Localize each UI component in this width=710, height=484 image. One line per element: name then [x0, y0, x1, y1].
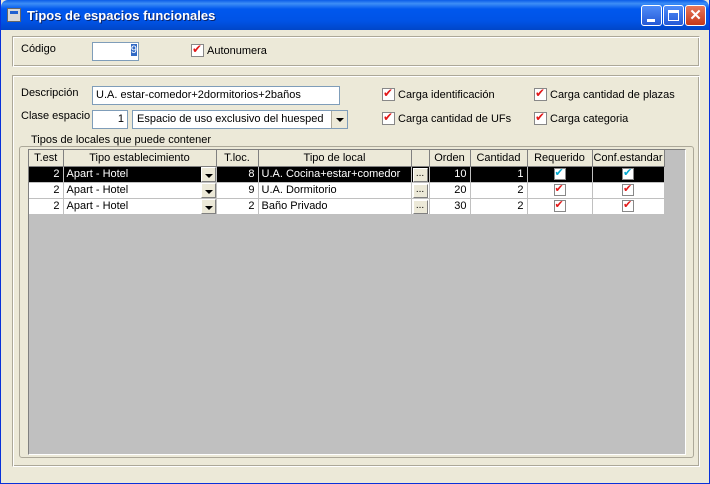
col-header-test[interactable]: T.est	[29, 150, 64, 167]
cell-ellipsis: ...	[411, 166, 430, 183]
cell-ellipsis: ...	[411, 198, 430, 215]
cell-cantidad[interactable]: 1	[470, 166, 528, 183]
cell-conf-estandar[interactable]	[592, 198, 665, 215]
requerido-check-icon[interactable]	[553, 198, 566, 213]
cell-tipo-local[interactable]: U.A. Dormitorio	[258, 182, 412, 199]
carga-cantidad-ufs-label: Carga cantidad de UFs	[398, 112, 512, 125]
col-header-blank[interactable]	[411, 150, 430, 167]
cell-requerido[interactable]	[527, 198, 593, 215]
carga-identificacion-label: Carga identificación	[398, 88, 495, 101]
cell-cantidad[interactable]: 2	[470, 182, 528, 199]
cell-tloc[interactable]: 2	[216, 198, 259, 215]
clase-espacio-label: Clase espacio	[21, 110, 91, 122]
close-button[interactable]: ✕	[685, 5, 706, 26]
autonumera-checkbox[interactable]: Autonumera	[191, 42, 267, 57]
carga-cantidad-plazas-label: Carga cantidad de plazas	[550, 88, 675, 101]
cell-ellipsis: ...	[411, 182, 430, 199]
title-bar[interactable]: Tipos de espacios funcionales ✕	[1, 0, 709, 30]
close-icon: ✕	[689, 7, 702, 24]
cell-test[interactable]: 2	[29, 166, 64, 183]
grid-header-row: T.est Tipo establecimiento T.loc. Tipo d…	[29, 150, 665, 167]
cell-requerido[interactable]	[527, 166, 593, 183]
carga-categoria-check-icon	[534, 110, 547, 125]
cell-test[interactable]: 2	[29, 182, 64, 199]
carga-cantidad-plazas-check-icon	[534, 86, 547, 101]
carga-categoria-label: Carga categoria	[550, 112, 629, 125]
dialog-window: Tipos de espacios funcionales ✕ Código 9…	[0, 0, 710, 484]
cell-tipo-establecimiento[interactable]: Apart - Hotel	[63, 198, 217, 215]
app-icon	[7, 8, 21, 22]
minimize-icon	[647, 19, 655, 22]
table-row[interactable]: 2 Apart - Hotel 2 Baño Privado ... 30 2	[29, 198, 665, 215]
conf-estandar-check-icon[interactable]	[622, 198, 634, 213]
cell-conf-estandar[interactable]	[592, 166, 665, 183]
descripcion-field[interactable]: U.A. estar-comedor+2dormitorios+2baños	[92, 86, 340, 105]
window-title: Tipos de espacios funcionales	[27, 8, 216, 23]
cell-tipo-establecimiento[interactable]: Apart - Hotel	[63, 166, 217, 183]
chevron-down-icon[interactable]	[200, 182, 215, 197]
ellipsis-button[interactable]: ...	[412, 183, 428, 197]
minimize-button[interactable]	[641, 5, 662, 26]
col-header-conf-estandar[interactable]: Conf.estandar	[592, 150, 665, 167]
carga-identificacion-checkbox[interactable]: Carga identificación	[382, 86, 495, 101]
cell-orden[interactable]: 10	[429, 166, 471, 183]
requerido-check-icon[interactable]	[553, 166, 566, 181]
cell-orden[interactable]: 20	[429, 182, 471, 199]
table-row[interactable]: 2 Apart - Hotel 9 U.A. Dormitorio ... 20…	[29, 182, 665, 199]
cell-tipo-establecimiento-value: Apart - Hotel	[66, 168, 129, 180]
cell-tipo-local[interactable]: Baño Privado	[258, 198, 412, 215]
cell-conf-estandar[interactable]	[592, 182, 665, 199]
autonumera-label: Autonumera	[207, 44, 267, 57]
chevron-down-icon[interactable]	[331, 111, 347, 128]
col-header-requerido[interactable]: Requerido	[527, 150, 593, 167]
conf-estandar-check-icon[interactable]	[622, 182, 634, 197]
clase-espacio-selected: Espacio de uso exclusivo del huesped	[137, 113, 324, 125]
carga-categoria-checkbox[interactable]: Carga categoria	[534, 110, 629, 125]
codigo-field[interactable]: 9	[92, 42, 139, 61]
codigo-label: Código	[21, 43, 56, 55]
cell-cantidad[interactable]: 2	[470, 198, 528, 215]
cell-tloc[interactable]: 9	[216, 182, 259, 199]
cell-tipo-establecimiento-value: Apart - Hotel	[66, 184, 129, 196]
table-row[interactable]: 2 Apart - Hotel 8 U.A. Cocina+estar+come…	[29, 166, 665, 183]
carga-identificacion-check-icon	[382, 86, 395, 101]
maximize-icon	[668, 10, 679, 21]
cell-tipo-local[interactable]: U.A. Cocina+estar+comedor	[258, 166, 412, 183]
clase-espacio-code-field[interactable]: 1	[92, 110, 128, 129]
cell-tloc[interactable]: 8	[216, 166, 259, 183]
ellipsis-button[interactable]: ...	[412, 167, 428, 181]
cell-test[interactable]: 2	[29, 198, 64, 215]
conf-estandar-check-icon[interactable]	[622, 166, 634, 181]
codigo-value: 9	[130, 44, 137, 56]
autonumera-check-icon	[191, 42, 204, 57]
cell-requerido[interactable]	[527, 182, 593, 199]
descripcion-label: Descripción	[21, 87, 79, 99]
col-header-cantidad[interactable]: Cantidad	[470, 150, 528, 167]
cell-tipo-establecimiento-value: Apart - Hotel	[66, 200, 129, 212]
cell-orden[interactable]: 30	[429, 198, 471, 215]
maximize-button[interactable]	[663, 5, 684, 26]
locales-grid[interactable]: T.est Tipo establecimiento T.loc. Tipo d…	[28, 149, 686, 455]
carga-cantidad-ufs-checkbox[interactable]: Carga cantidad de UFs	[382, 110, 512, 125]
col-header-tipo-establecimiento[interactable]: Tipo establecimiento	[63, 150, 217, 167]
chevron-down-icon[interactable]	[200, 166, 215, 181]
ellipsis-button[interactable]: ...	[412, 199, 428, 213]
col-header-tipo-local[interactable]: Tipo de local	[258, 150, 412, 167]
carga-cantidad-ufs-check-icon	[382, 110, 395, 125]
col-header-orden[interactable]: Orden	[429, 150, 471, 167]
clase-espacio-select[interactable]: Espacio de uso exclusivo del huesped	[132, 110, 348, 129]
cell-tipo-establecimiento[interactable]: Apart - Hotel	[63, 182, 217, 199]
carga-cantidad-plazas-checkbox[interactable]: Carga cantidad de plazas	[534, 86, 675, 101]
requerido-check-icon[interactable]	[553, 182, 566, 197]
col-header-tloc[interactable]: T.loc.	[216, 150, 259, 167]
chevron-down-icon[interactable]	[200, 198, 215, 213]
locales-group-title: Tipos de locales que puede contener	[29, 134, 213, 146]
